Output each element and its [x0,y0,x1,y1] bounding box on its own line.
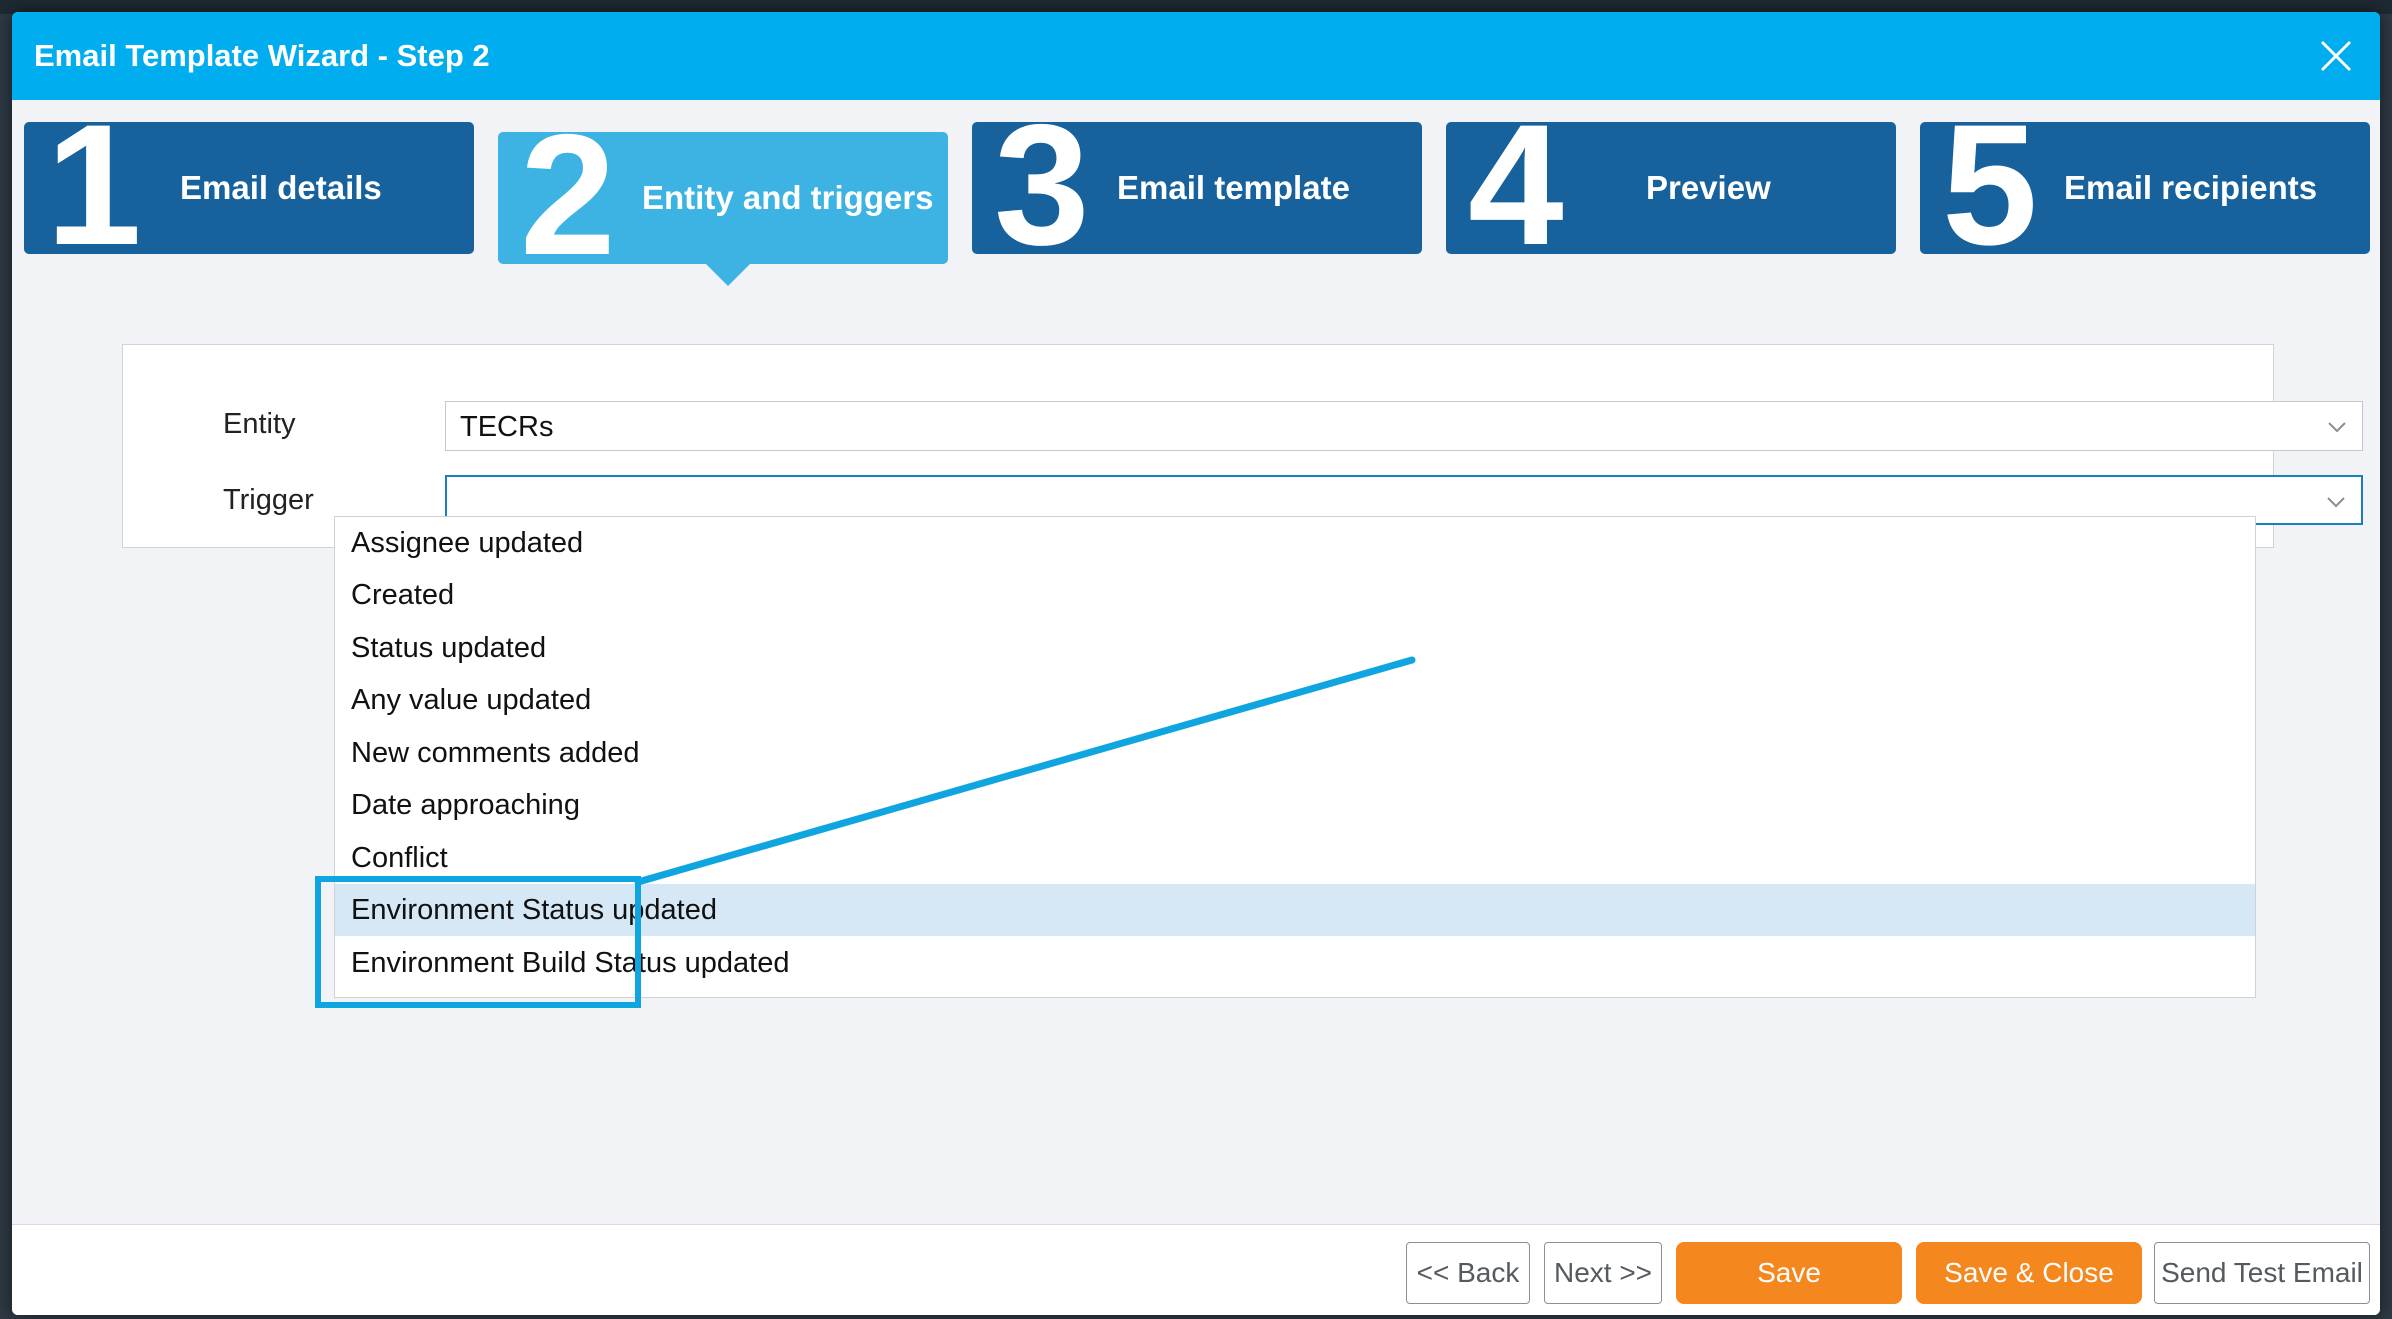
back-button[interactable]: << Back [1406,1242,1530,1304]
save-button[interactable]: Save [1676,1242,1902,1304]
annotation-pointer-line [634,656,1416,886]
save-and-close-button[interactable]: Save & Close [1916,1242,2142,1304]
annotation-overlay [315,656,1416,1008]
send-test-email-button[interactable]: Send Test Email [2154,1242,2370,1304]
dialog-footer: << Back Next >> Save Save & Close Send T… [12,1224,2380,1315]
next-button[interactable]: Next >> [1544,1242,1662,1304]
annotation-highlight-box [315,876,641,1008]
email-template-wizard-dialog: Email Template Wizard - Step 2 1 Email d… [12,12,2380,1315]
